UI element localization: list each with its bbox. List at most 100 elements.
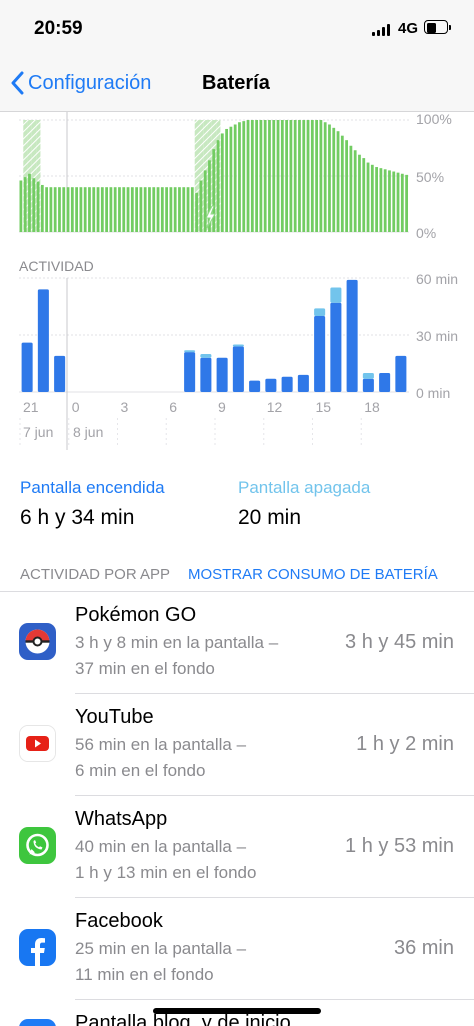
activity-x-tick: 18 — [364, 399, 380, 415]
pokemon-go-icon — [19, 623, 56, 660]
screen-on-bar — [346, 279, 358, 392]
battery-level-bar — [400, 173, 404, 232]
app-row-facebook[interactable]: Facebook 25 min en la pantalla – 11 min … — [0, 898, 474, 1000]
activity-x-tick: 21 — [23, 399, 39, 415]
battery-y-tick: 100% — [416, 112, 452, 127]
battery-level-bar — [135, 187, 138, 232]
battery-level-bar — [199, 180, 203, 232]
battery-level-bar — [340, 135, 344, 232]
date-label: 8 jun — [73, 424, 103, 440]
app-usage-time: 1 h y 53 min — [345, 835, 454, 857]
whatsapp-icon — [19, 827, 56, 864]
signal-strength-icon — [372, 24, 392, 36]
screen-on-bar — [37, 289, 49, 392]
app-activity-header: ACTIVIDAD POR APP MOSTRAR CONSUMO DE BAT… — [0, 562, 474, 590]
battery-level-bar — [70, 187, 74, 232]
battery-level-bar — [58, 187, 61, 232]
app-usage-time: 3 h y 45 min — [345, 631, 454, 653]
battery-level-bar — [203, 170, 207, 232]
page-title: Batería — [202, 72, 270, 94]
battery-level-bar — [345, 140, 348, 232]
activity-x-tick: 3 — [121, 399, 129, 415]
screen-on-bar — [379, 373, 391, 392]
screen-on-bar — [330, 302, 342, 392]
battery-level-bar — [100, 187, 104, 232]
battery-level-bar — [315, 120, 318, 232]
battery-level-bar — [173, 187, 177, 232]
app-name: YouTube — [75, 706, 154, 728]
battery-level-bar — [28, 173, 31, 232]
battery-level-bar — [349, 145, 353, 232]
battery-level-bar — [246, 120, 250, 232]
battery-level-bar — [53, 187, 57, 232]
screen-on-bar — [200, 357, 212, 392]
home-lock-screen-icon — [19, 1019, 56, 1026]
app-row-whatsapp[interactable]: WhatsApp 40 min en la pantalla – 1 h y 1… — [0, 796, 474, 898]
battery-level-bar — [148, 187, 151, 232]
battery-level-bar — [62, 187, 66, 232]
battery-level-bar — [272, 120, 276, 232]
app-detail-background: 1 h y 13 min en el fondo — [75, 863, 257, 882]
screen-on-bar — [362, 378, 374, 392]
battery-level-bar — [388, 170, 391, 232]
battery-level-bar — [233, 124, 237, 232]
screen-on-summary[interactable]: Pantalla encendida 6 h y 34 min — [20, 478, 165, 530]
activity-x-tick: 15 — [316, 399, 332, 415]
app-row-pokemon-go[interactable]: Pokémon GO 3 h y 8 min en la pantalla – … — [0, 592, 474, 694]
battery-level-bar — [366, 162, 370, 232]
status-bar: 20:59 4G — [0, 0, 474, 54]
screen-on-value: 6 h y 34 min — [20, 506, 135, 529]
screen-off-bar — [362, 373, 374, 379]
youtube-icon — [19, 725, 56, 762]
screen-on-bar — [54, 355, 66, 392]
activity-x-tick: 9 — [218, 399, 226, 415]
battery-level-bar — [79, 187, 83, 232]
app-detail-screen: 3 h y 8 min en la pantalla – — [75, 633, 279, 652]
back-button[interactable]: Configuración — [10, 68, 151, 98]
battery-level-bar — [250, 120, 254, 232]
battery-level-bar — [383, 169, 387, 232]
battery-level-bar — [126, 187, 130, 232]
screen-off-bar — [314, 308, 326, 316]
battery-level-bar — [36, 181, 40, 232]
app-detail-background: 6 min en el fondo — [75, 761, 206, 780]
battery-level-bar — [113, 187, 117, 232]
screen-off-summary[interactable]: Pantalla apagada 20 min — [238, 478, 370, 530]
date-label: 7 jun — [23, 424, 53, 440]
chevron-left-icon — [11, 71, 24, 95]
activity-x-tick: 6 — [169, 399, 177, 415]
battery-level-bar — [160, 187, 164, 232]
battery-level-bar — [178, 187, 181, 232]
activity-x-tick: 0 — [72, 399, 80, 415]
battery-level-bar — [152, 187, 156, 232]
battery-level-bar — [259, 120, 263, 232]
activity-section-label: ACTIVIDAD — [19, 258, 94, 274]
battery-level-bar — [302, 120, 306, 232]
battery-level-bar — [190, 187, 194, 232]
battery-level-bar — [263, 120, 267, 232]
battery-level-bar — [23, 177, 27, 232]
app-detail-screen: 25 min en la pantalla – — [75, 939, 247, 958]
battery-level-bar — [396, 172, 400, 232]
screen-on-label: Pantalla encendida — [20, 478, 165, 497]
screen-on-bar — [297, 374, 309, 392]
battery-level-bar — [255, 120, 258, 232]
battery-level-bar — [358, 154, 361, 232]
activity-y-tick: 30 min — [416, 328, 458, 344]
battery-level-bar — [143, 187, 147, 232]
screen-on-bar — [184, 352, 196, 392]
back-label: Configuración — [28, 71, 152, 94]
battery-level-bar — [169, 187, 173, 232]
app-detail-background: 11 min en el fondo — [75, 965, 214, 984]
show-battery-usage-button[interactable]: MOSTRAR CONSUMO DE BATERÍA — [188, 566, 438, 583]
app-row-youtube[interactable]: YouTube 56 min en la pantalla – 6 min en… — [0, 694, 474, 796]
battery-level-bar — [298, 120, 301, 232]
battery-level-bar — [32, 178, 36, 232]
screen-on-bar — [21, 342, 33, 392]
navigation-bar: Configuración Batería — [0, 54, 474, 112]
battery-level-bar — [109, 187, 113, 232]
battery-level-bar — [238, 122, 241, 232]
battery-level-bar — [375, 167, 378, 232]
screen-off-bar — [330, 287, 342, 303]
battery-y-tick: 0% — [416, 225, 436, 241]
